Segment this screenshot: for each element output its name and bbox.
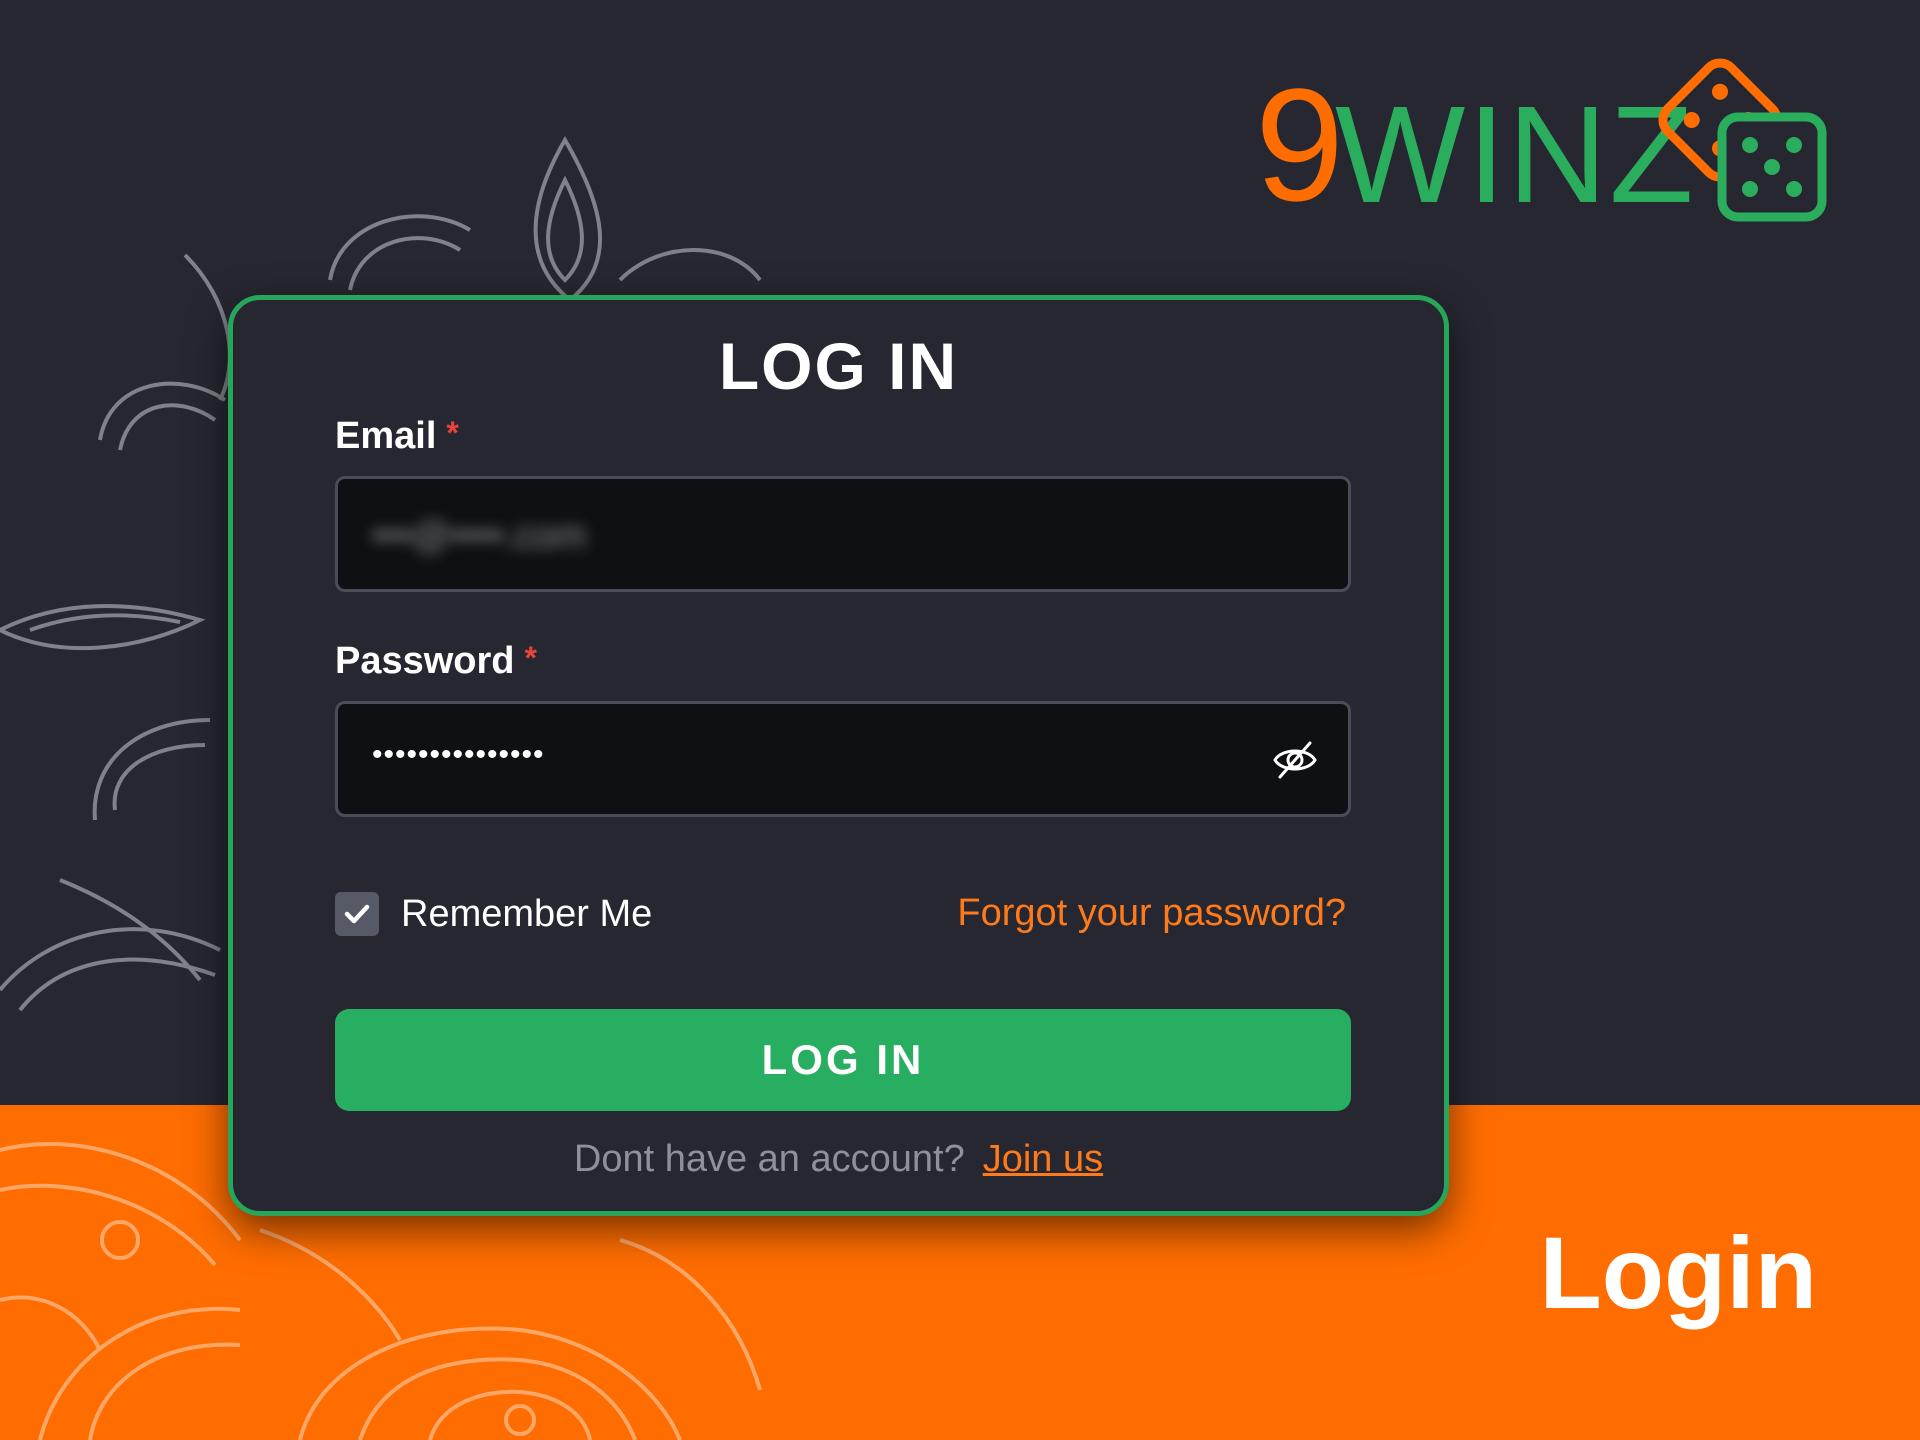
password-input[interactable]: •••••••••••••••	[335, 701, 1351, 817]
required-asterisk: *	[446, 415, 459, 451]
signup-prompt: Dont have an account?	[573, 1138, 965, 1180]
remember-me-checkbox[interactable]	[335, 892, 379, 936]
login-title: LOG IN	[718, 329, 959, 403]
login-card: LOG IN Email * •••@••••.com Password * •••…	[228, 295, 1449, 1216]
required-asterisk: *	[524, 640, 537, 676]
forgot-password-link[interactable]: Forgot your password?	[957, 892, 1346, 935]
page-caption: Login	[1539, 1216, 1817, 1330]
remember-me[interactable]: Remember Me	[335, 890, 652, 938]
email-label-text: Email	[335, 415, 437, 457]
join-us-link[interactable]: Join us	[983, 1138, 1103, 1180]
9winz-logo: 9 WINZ	[1255, 45, 1835, 235]
password-label-text: Password	[335, 640, 515, 682]
password-value: •••••••••••••••	[372, 738, 545, 771]
email-value: •••@••••.com	[372, 515, 587, 557]
password-label: Password *	[335, 640, 537, 683]
logo-nine: 9	[1255, 55, 1344, 234]
dice-icon	[1658, 58, 1827, 222]
remember-me-label: Remember Me	[401, 892, 653, 935]
signup-row: Dont have an account? Join us	[233, 1138, 1444, 1181]
email-input[interactable]: •••@••••.com	[335, 476, 1351, 592]
email-label: Email *	[335, 415, 459, 458]
check-icon	[344, 904, 370, 924]
logo-wordmark: WINZ	[1335, 78, 1696, 232]
login-button[interactable]: LOG IN	[335, 1009, 1351, 1111]
eye-slash-icon[interactable]	[1272, 740, 1318, 780]
